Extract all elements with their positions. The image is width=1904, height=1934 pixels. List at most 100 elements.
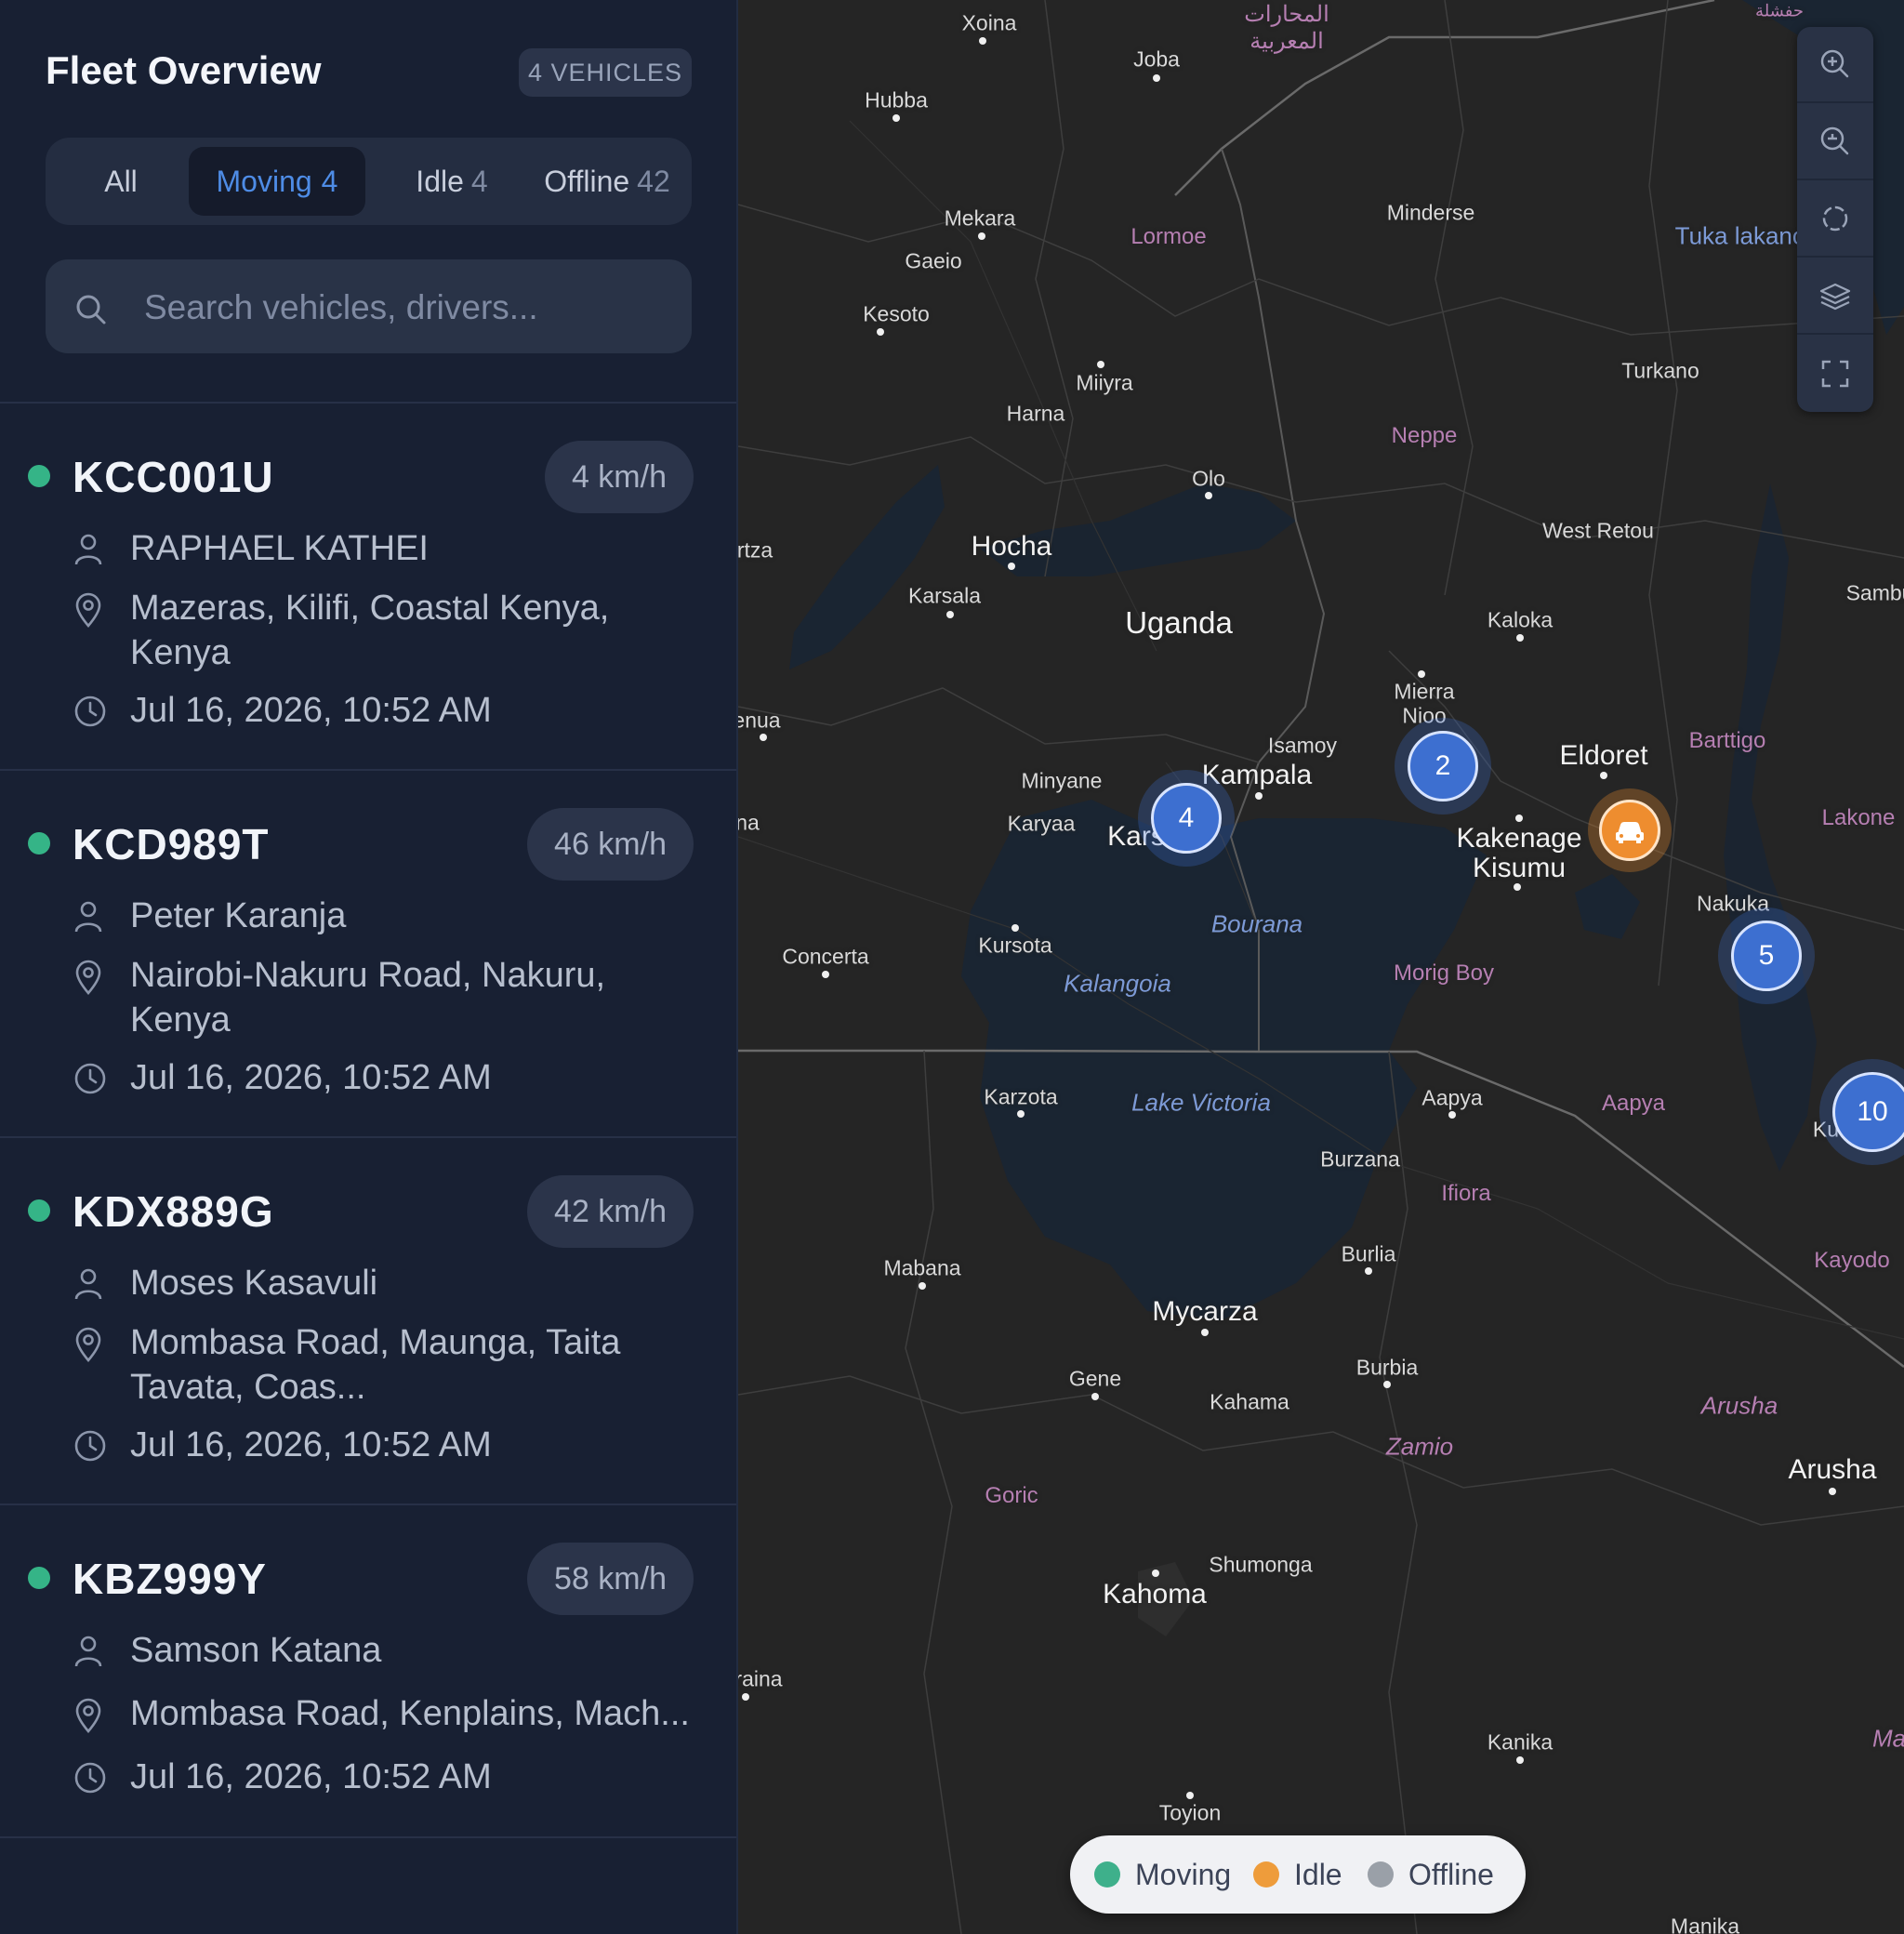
legend-label: Offline xyxy=(1408,1858,1494,1891)
region-label: Morig Boy xyxy=(1393,960,1495,986)
place-label: Kanika xyxy=(1487,1729,1554,1755)
last-update-time: Jul 16, 2026, 10:52 AM xyxy=(130,1425,492,1464)
clock-icon xyxy=(74,1762,106,1794)
place-pin xyxy=(742,1693,749,1701)
tab-all[interactable]: All xyxy=(73,147,169,216)
last-update-time: Jul 16, 2026, 10:52 AM xyxy=(130,1058,492,1097)
tab-moving[interactable]: Moving 4 xyxy=(189,147,365,216)
vehicle-card-kbz999y[interactable]: KBZ999Y 58 km/h Samson Katana Mombasa Ro… xyxy=(0,1505,736,1838)
driver-row: Samson Katana xyxy=(73,1628,696,1673)
location-row: Nairobi-Nakuru Road, Nakuru, Kenya xyxy=(73,953,696,1042)
tab-idle[interactable]: Idle 4 xyxy=(383,147,521,216)
map-legend: Moving Idle Offline xyxy=(1070,1835,1526,1914)
legend-label: Idle xyxy=(1294,1858,1342,1891)
vehicle-card-kdx889g[interactable]: KDX889G 42 km/h Moses Kasavuli Mombasa R… xyxy=(0,1138,736,1505)
zoom-in-button[interactable] xyxy=(1797,27,1873,103)
place-label: Manika xyxy=(1670,1914,1740,1934)
location-row: Mombasa Road, Maunga, Taita Tavata, Coas… xyxy=(73,1320,696,1410)
place-pin xyxy=(978,232,985,240)
place-label: Karzota xyxy=(984,1084,1058,1109)
fullscreen-icon xyxy=(1821,360,1849,388)
tab-moving-count: 4 xyxy=(321,165,338,198)
location-pin-icon xyxy=(75,960,101,996)
fullscreen-button[interactable] xyxy=(1797,336,1873,412)
sidebar-header: Fleet Overview 4 VEHICLES All Moving 4 Id… xyxy=(0,0,736,404)
timestamp-row: Jul 16, 2026, 10:52 AM xyxy=(73,1055,696,1100)
place-pin xyxy=(979,37,986,45)
region-label: Goric xyxy=(985,1483,1038,1508)
person-icon xyxy=(74,534,102,565)
place-label: raina xyxy=(738,1666,783,1691)
vehicle-cluster-marker[interactable]: 4 xyxy=(1151,783,1222,854)
speed-badge: 58 km/h xyxy=(527,1543,694,1615)
vehicle-cluster-marker[interactable]: 2 xyxy=(1408,731,1478,801)
place-label: Concerta xyxy=(782,944,869,969)
layers-icon xyxy=(1819,283,1851,311)
tab-offline[interactable]: Offline 42 xyxy=(531,147,683,216)
place-pin xyxy=(1255,792,1263,800)
location-pin-icon xyxy=(75,592,101,629)
place-pin xyxy=(1516,1756,1524,1764)
place-label: Eldoret xyxy=(1559,740,1648,771)
timestamp-row: Jul 16, 2026, 10:52 AM xyxy=(73,688,696,733)
region-label: Ma xyxy=(1871,1724,1904,1753)
region-label: Zamio xyxy=(1385,1432,1454,1461)
tab-offline-count: 42 xyxy=(637,165,670,198)
place-label: Minyane xyxy=(1021,768,1103,793)
place-label: Kampala xyxy=(1201,760,1313,790)
place-label: Kahama xyxy=(1210,1389,1289,1414)
place-pin xyxy=(877,328,884,336)
place-label: Joba xyxy=(1133,46,1180,72)
vehicle-cluster-marker[interactable]: 5 xyxy=(1731,921,1802,991)
timestamp-row: Jul 16, 2026, 10:52 AM xyxy=(73,1755,696,1799)
place-pin xyxy=(1514,883,1521,891)
region-label: Kayodo xyxy=(1814,1248,1890,1273)
place-label: Karsala xyxy=(908,583,981,608)
vehicle-plate: KCC001U xyxy=(73,453,274,501)
vehicle-plate: KCD989T xyxy=(73,820,270,868)
place-label: Burlia xyxy=(1341,1241,1396,1266)
place-label: Turkano xyxy=(1621,358,1699,383)
driver-name: Peter Karanja xyxy=(130,896,347,935)
place-label: Mierra xyxy=(1394,679,1455,704)
location-row: Mombasa Road, Kenplains, Mach... xyxy=(73,1691,696,1736)
driver-row: RAPHAEL KATHEI xyxy=(73,526,696,571)
zoom-in-icon xyxy=(1820,49,1849,78)
place-pin xyxy=(919,1282,926,1290)
region-label: Neppe xyxy=(1391,423,1458,448)
place-label: Nakuka xyxy=(1697,891,1769,916)
status-dot-moving xyxy=(28,465,50,487)
vehicle-card-kcc001u[interactable]: KCC001U 4 km/h RAPHAEL KATHEI Mazeras, K… xyxy=(0,404,736,771)
tab-offline-label: Offline xyxy=(544,165,630,198)
locate-button[interactable] xyxy=(1797,181,1873,258)
place-label: Olo xyxy=(1192,466,1225,491)
place-label: rtza xyxy=(738,537,774,563)
status-dot-moving xyxy=(28,1199,50,1222)
place-pin xyxy=(760,734,767,741)
map-view[interactable]: Xoina Joba المحارات المعربية حفشلة Hubba… xyxy=(738,0,1904,1934)
driver-name: RAPHAEL KATHEI xyxy=(130,529,429,568)
tab-moving-label: Moving xyxy=(216,165,312,198)
tab-idle-count: 4 xyxy=(470,165,488,198)
vehicle-location: Mombasa Road, Maunga, Taita Tavata, Coas… xyxy=(130,1323,621,1407)
place-pin xyxy=(1091,1393,1099,1400)
region-label: حفشلة xyxy=(1755,1,1804,20)
water-label: Bourana xyxy=(1210,909,1303,938)
place-pin xyxy=(1008,563,1015,570)
fleet-sidebar: Fleet Overview 4 VEHICLES All Moving 4 Id… xyxy=(0,0,738,1934)
place-label: Mabana xyxy=(883,1255,961,1280)
search-input[interactable] xyxy=(142,259,676,355)
driver-name: Samson Katana xyxy=(130,1631,382,1670)
idle-vehicle-marker[interactable] xyxy=(1599,800,1660,861)
vehicle-card-kcd989t[interactable]: KCD989T 46 km/h Peter Karanja Nairobi-Na… xyxy=(0,771,736,1138)
place-label: Aapya xyxy=(1421,1085,1483,1110)
place-label: Harna xyxy=(1006,401,1065,426)
layers-button[interactable] xyxy=(1797,258,1873,335)
page-title: Fleet Overview xyxy=(46,48,322,92)
car-icon xyxy=(1616,822,1644,843)
locate-icon xyxy=(1822,205,1848,232)
place-label: Burbia xyxy=(1355,1355,1419,1380)
vehicle-cluster-marker[interactable]: 10 xyxy=(1832,1072,1904,1152)
zoom-out-button[interactable] xyxy=(1797,104,1873,180)
last-update-time: Jul 16, 2026, 10:52 AM xyxy=(130,1757,492,1796)
